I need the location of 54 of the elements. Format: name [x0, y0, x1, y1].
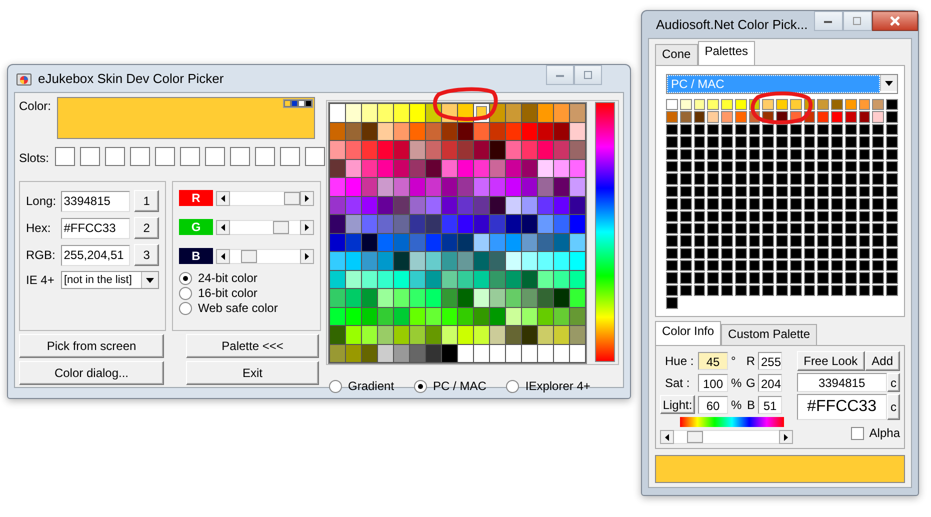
unit-label: ° — [731, 354, 737, 368]
action-button[interactable]: Palette <<< — [186, 334, 319, 358]
input-field[interactable]: 255 — [758, 352, 782, 370]
input-field[interactable]: 60 — [698, 396, 728, 414]
field-label: Sat : — [664, 376, 691, 390]
input-field[interactable]: 3394815 — [60, 190, 130, 212]
field-label: RGB: — [26, 248, 56, 262]
unit-label: % — [731, 398, 743, 412]
input-field[interactable]: 45 — [698, 352, 728, 370]
channel-label: G — [179, 219, 213, 235]
radio-label: 24-bit color — [198, 271, 258, 285]
copy-button[interactable]: 1 — [134, 190, 159, 212]
field-label: R — [746, 354, 755, 368]
copy-button[interactable]: 3 — [134, 244, 159, 266]
light-button[interactable]: Light: — [660, 395, 695, 414]
tab[interactable]: Color Info — [655, 321, 722, 345]
alpha-checkbox[interactable]: Alpha — [796, 426, 900, 440]
field-label: Hue : — [664, 354, 695, 368]
action-button[interactable]: Color dialog... — [19, 361, 164, 385]
radio-label: Gradient — [348, 379, 394, 393]
input-field[interactable]: #FFCC33 — [60, 218, 130, 238]
field-label: Hex: — [26, 221, 52, 235]
window-title: eJukebox Skin Dev Color Picker — [38, 71, 224, 86]
tab[interactable]: Cone — [655, 44, 698, 65]
tab[interactable]: Palettes — [698, 41, 756, 65]
channel-label: R — [179, 190, 213, 206]
action-button[interactable]: Exit — [186, 361, 319, 385]
input-field[interactable]: 255,204,51 — [60, 244, 130, 266]
hex-value-field[interactable]: #FFCC33 — [796, 394, 887, 420]
copy-button[interactable]: c — [887, 394, 900, 420]
field-label: Long: — [26, 194, 57, 208]
window-title: Audiosoft.Net Color Pick... — [656, 17, 808, 32]
field-label: IE 4+ — [26, 273, 56, 287]
input-field[interactable]: 204 — [758, 374, 782, 392]
dropdown[interactable]: [not in the list] — [61, 271, 159, 289]
input-field[interactable]: 100 — [698, 374, 728, 392]
channel-label: B — [179, 248, 213, 264]
tab[interactable]: Custom Palette — [721, 324, 818, 345]
radio-label: PC / MAC — [433, 379, 486, 393]
action-button[interactable]: Pick from screen — [19, 334, 164, 358]
color-label: Color: — [19, 98, 51, 115]
radio-label: 16-bit color — [198, 286, 258, 300]
field-label: G — [746, 376, 755, 390]
radio-label: IExplorer 4+ — [525, 379, 590, 393]
radio-label: Web safe color — [198, 301, 278, 315]
action-button[interactable]: Free Look — [796, 351, 865, 371]
long-value-field[interactable]: 3394815 — [796, 373, 887, 392]
unit-label: % — [731, 376, 743, 390]
input-field[interactable]: 51 — [758, 396, 782, 414]
copy-button[interactable]: 2 — [134, 217, 159, 239]
field-label: B — [746, 398, 755, 412]
action-button[interactable]: Add — [864, 351, 900, 371]
slots-label: Slots: — [19, 150, 50, 164]
copy-button[interactable]: c — [887, 373, 900, 392]
